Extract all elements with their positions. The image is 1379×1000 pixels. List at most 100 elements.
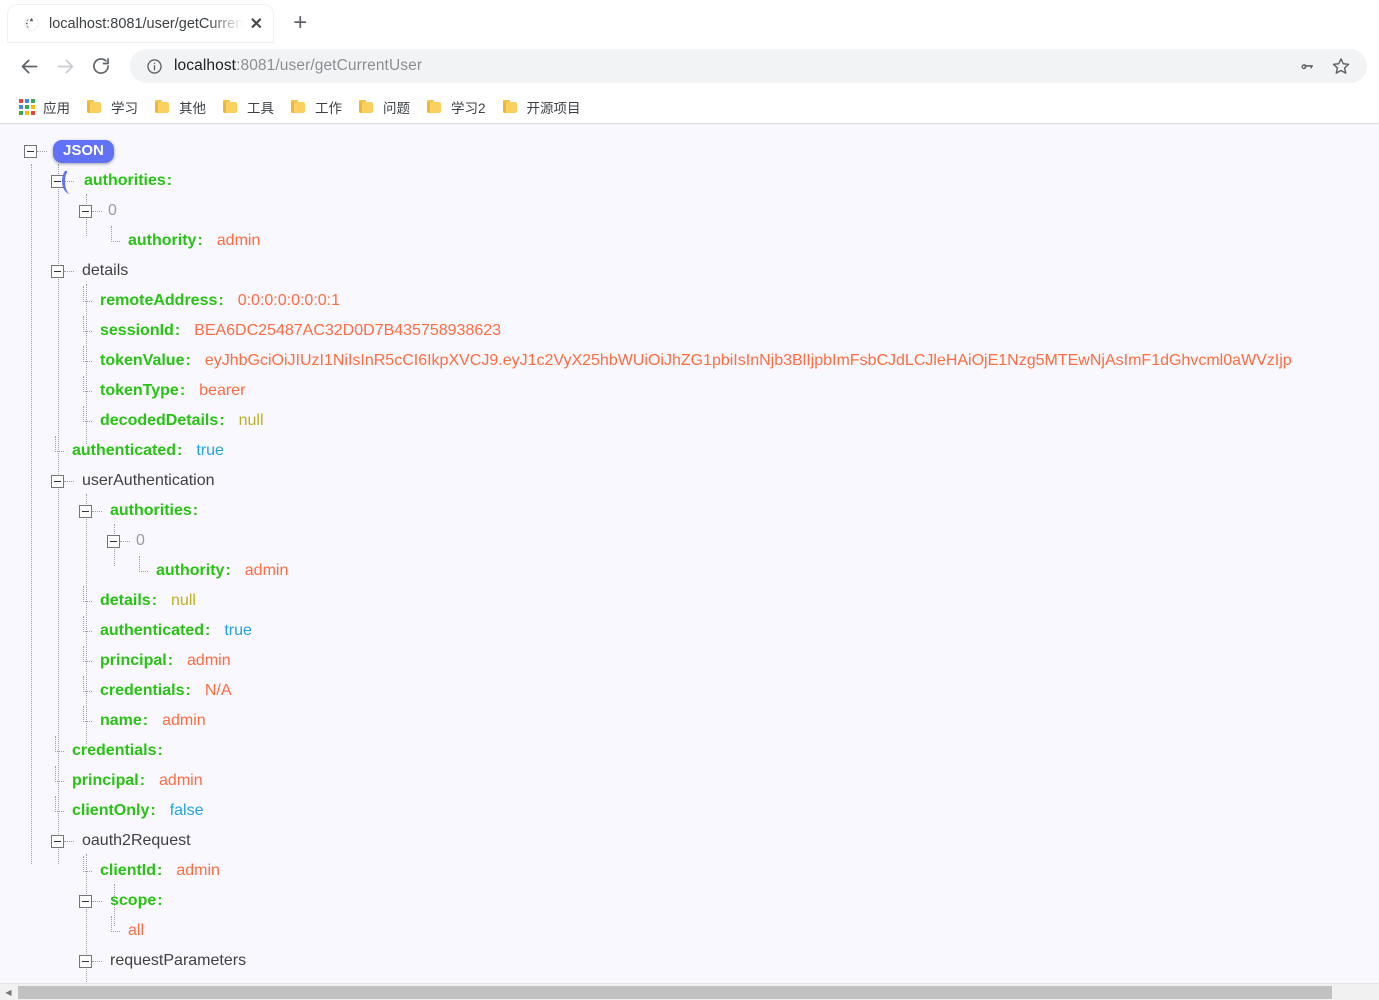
tree-row[interactable]: scope: [0, 886, 1379, 916]
tree-row[interactable]: 0 [0, 526, 1379, 556]
json-value: admin [176, 862, 220, 880]
tree-row[interactable]: details [0, 256, 1379, 286]
folder-icon [86, 98, 104, 116]
collapse-toggle-icon[interactable] [107, 535, 120, 548]
tree-row[interactable]: all [0, 916, 1379, 946]
forward-button[interactable] [48, 49, 82, 83]
json-value: eyJhbGciOiJIUzI1NiIsInR5cCI6IkpXVCJ9.eyJ… [205, 352, 1292, 370]
bookmark-folder-7[interactable]: 开源项目 [494, 93, 589, 121]
tree-connector [92, 961, 102, 962]
json-key: requestParameters [110, 952, 246, 970]
json-colon: : [157, 892, 162, 910]
tree-row[interactable]: sessionId: BEA6DC25487AC32D0D7B435758938… [0, 316, 1379, 346]
tree-row[interactable]: principal: admin [0, 646, 1379, 676]
tree-row[interactable]: tokenValue: eyJhbGciOiJIUzI1NiIsInR5cCI6… [0, 346, 1379, 376]
tree-row-root[interactable]: JSON [0, 136, 1379, 166]
address-bar[interactable]: localhost:8081/user/getCurrentUser [130, 49, 1367, 83]
collapse-toggle-icon[interactable] [51, 175, 64, 188]
globe-icon [22, 15, 40, 33]
tree-row[interactable]: authenticated: true [0, 616, 1379, 646]
tree-row[interactable]: clientOnly: false [0, 796, 1379, 826]
tree-row[interactable]: credentials: [0, 736, 1379, 766]
tree-connector [51, 775, 64, 788]
collapse-toggle-icon[interactable] [79, 955, 92, 968]
tree-row[interactable]: credentials: N/A [0, 676, 1379, 706]
bookmark-folder-2[interactable]: 其他 [146, 93, 214, 121]
collapse-toggle-icon[interactable] [51, 475, 64, 488]
bookmark-apps[interactable]: 应用 [10, 93, 78, 121]
scrollbar-thumb[interactable] [18, 986, 1332, 999]
tree-row[interactable]: principal: admin [0, 766, 1379, 796]
folder-icon [222, 98, 240, 116]
tree-row[interactable]: userAuthentication [0, 466, 1379, 496]
tree-row[interactable]: authorities: [0, 496, 1379, 526]
reload-button[interactable] [84, 49, 118, 83]
json-key: authorities [110, 502, 192, 520]
tree-connector [120, 541, 130, 542]
back-button[interactable] [12, 49, 46, 83]
json-colon: : [175, 322, 180, 340]
folder-icon [358, 98, 376, 116]
tree-row[interactable]: oauth2Request [0, 826, 1379, 856]
json-value: null [239, 412, 264, 430]
scrollbar-track[interactable] [17, 984, 1379, 1000]
json-key: authenticated [72, 442, 176, 460]
browser-tab[interactable]: localhost:8081/user/getCurren ✕ [8, 5, 273, 42]
tree-row[interactable]: details: null [0, 586, 1379, 616]
json-value: 0:0:0:0:0:0:0:1 [238, 292, 340, 310]
collapse-toggle-icon[interactable] [51, 835, 64, 848]
tree-row[interactable]: tokenType: bearer [0, 376, 1379, 406]
tree-connector [107, 235, 120, 248]
tree-connector [64, 271, 74, 272]
json-key: name [100, 712, 142, 730]
json-value: false [170, 802, 204, 820]
json-value: true [196, 442, 224, 460]
url-host: localhost [174, 57, 236, 74]
tree-row[interactable]: authorities: [0, 166, 1379, 196]
tree-row[interactable]: requestParameters [0, 946, 1379, 976]
bookmark-folder-5[interactable]: 问题 [350, 93, 418, 121]
collapse-toggle-icon[interactable] [79, 895, 92, 908]
collapse-toggle-icon[interactable] [24, 145, 37, 158]
tree-row[interactable]: name: admin [0, 706, 1379, 736]
tree-connector [92, 211, 102, 212]
json-colon: : [167, 172, 172, 190]
key-icon[interactable] [1295, 54, 1319, 78]
collapse-toggle-icon[interactable] [79, 205, 92, 218]
tree-connector [79, 655, 92, 668]
tree-row[interactable]: authority: admin [0, 226, 1379, 256]
tree-connector [51, 445, 64, 458]
bookmark-folder-3[interactable]: 工具 [214, 93, 282, 121]
json-array-index: 0 [108, 202, 117, 220]
bookmark-folder-6[interactable]: 学习2 [418, 93, 494, 121]
bookmark-folder-4[interactable]: 工作 [282, 93, 350, 121]
json-key: details [100, 592, 151, 610]
json-key: principal [100, 652, 167, 670]
bookmark-label: 工作 [315, 97, 342, 117]
bookmark-label: 问题 [383, 97, 410, 117]
json-key: authorities [84, 172, 166, 190]
json-key: userAuthentication [82, 472, 215, 490]
bookmark-folder-1[interactable]: 学习 [78, 93, 146, 121]
new-tab-button[interactable]: + [283, 6, 317, 40]
scroll-left-arrow-icon[interactable]: ◀ [0, 984, 17, 1000]
collapse-toggle-icon[interactable] [79, 505, 92, 518]
tree-row[interactable]: clientId: admin [0, 856, 1379, 886]
tree-row[interactable]: authority: admin [0, 556, 1379, 586]
json-value: admin [217, 232, 261, 250]
star-outline-icon[interactable] [1329, 54, 1353, 78]
tree-row[interactable]: authenticated: true [0, 436, 1379, 466]
json-value: all [128, 922, 144, 940]
tree-connector [79, 385, 92, 398]
info-circle-icon[interactable] [144, 56, 164, 76]
collapse-toggle-icon[interactable] [51, 265, 64, 278]
json-value: admin [159, 772, 203, 790]
folder-icon [154, 98, 172, 116]
tree-row[interactable]: decodedDetails: null [0, 406, 1379, 436]
horizontal-scrollbar[interactable]: ◀ [0, 983, 1379, 1000]
tree-row[interactable]: 0 [0, 196, 1379, 226]
tree-row[interactable]: remoteAddress: 0:0:0:0:0:0:0:1 [0, 286, 1379, 316]
json-value: N/A [205, 682, 232, 700]
folder-icon [290, 98, 308, 116]
close-icon[interactable]: ✕ [245, 13, 267, 35]
